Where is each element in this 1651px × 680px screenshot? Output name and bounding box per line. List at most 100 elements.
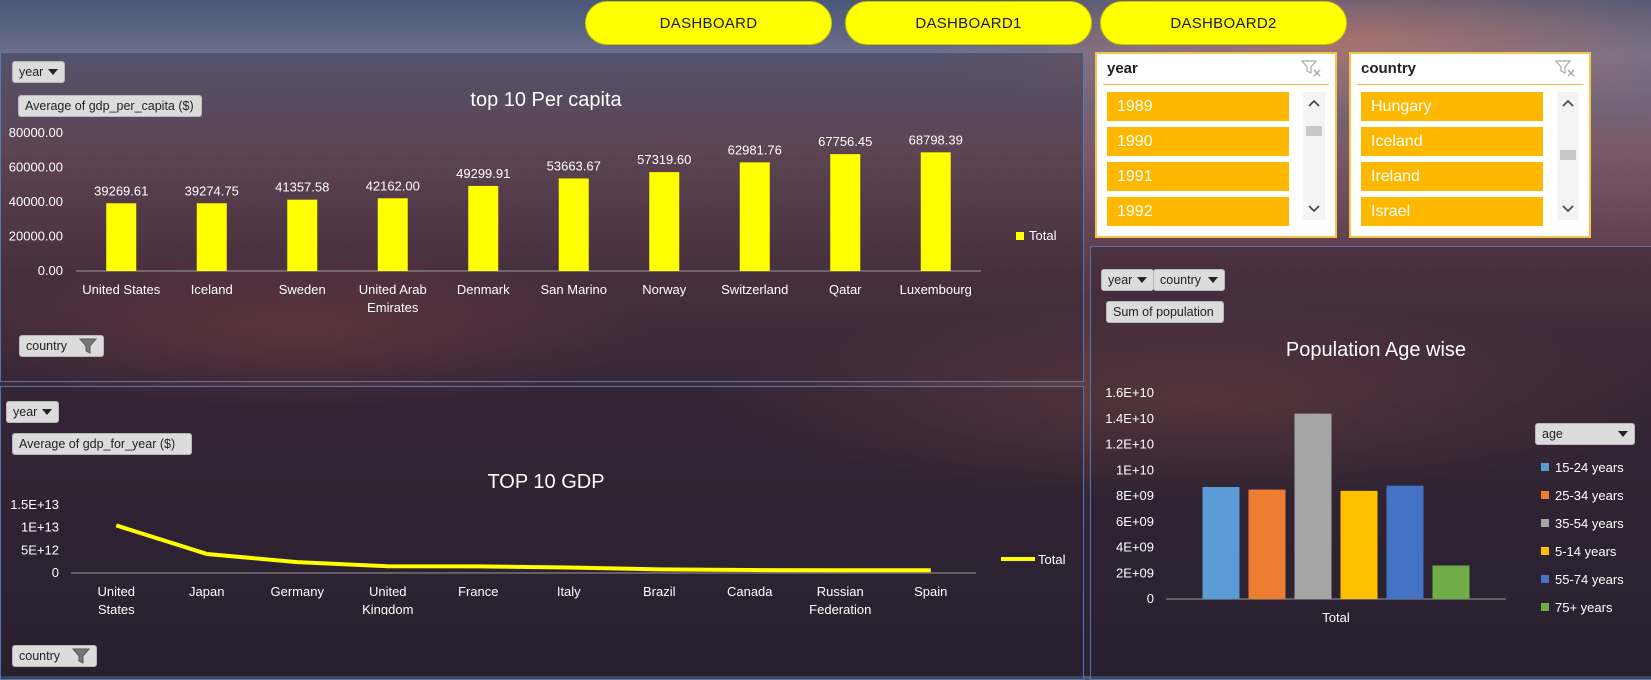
x-tick-label: United Arab: [359, 282, 427, 297]
legend-swatch: [1541, 603, 1549, 611]
legend-label: Total: [1029, 228, 1057, 243]
dashboard2-button[interactable]: DASHBOARD2: [1100, 1, 1347, 45]
y-tick-label: 1.4E+10: [1105, 411, 1154, 426]
y-tick-label: 1E+10: [1116, 462, 1154, 477]
x-tick-label: Switzerland: [721, 282, 788, 297]
x-tick-label: Luxembourg: [900, 282, 972, 297]
slicer-item[interactable]: Iceland: [1361, 127, 1543, 156]
bar: [468, 185, 499, 271]
slicer-item[interactable]: Hungary: [1361, 92, 1543, 121]
population-panel: year country Sum of population Populatio…: [1090, 246, 1651, 680]
y-tick-label: 8E+09: [1116, 488, 1154, 503]
legend-swatch: [1541, 547, 1549, 555]
country-filter-button[interactable]: country: [1153, 269, 1225, 291]
slicer-title: year: [1107, 60, 1138, 77]
filter-icon: [72, 648, 90, 664]
country-filter-label: country: [26, 339, 67, 353]
clear-filter-icon[interactable]: [1301, 60, 1321, 78]
bar: [1432, 565, 1470, 599]
legend-item: 55-74 years: [1541, 565, 1651, 593]
data-label: 49299.91: [456, 166, 510, 181]
chart-title: top 10 Per capita: [470, 89, 622, 111]
x-tick-label: Iceland: [191, 282, 233, 297]
y-tick-label: 60000.00: [9, 160, 63, 175]
dashboard-button[interactable]: DASHBOARD: [585, 1, 832, 45]
country-filter-button[interactable]: country: [19, 335, 104, 357]
bar: [739, 162, 770, 271]
slicer-title: country: [1361, 60, 1417, 77]
x-tick-label: Canada: [727, 584, 773, 599]
year-filter-button[interactable]: year: [12, 61, 65, 83]
y-tick-label: 6E+09: [1116, 514, 1154, 529]
bar: [377, 198, 408, 271]
y-tick-label: 40000.00: [9, 194, 63, 209]
y-tick-label: 20000.00: [9, 229, 63, 244]
chart-title: Population Age wise: [1285, 339, 1467, 361]
year-filter-button[interactable]: year: [1101, 269, 1154, 291]
dropdown-arrow-icon: [1208, 277, 1218, 283]
year-filter-label: year: [19, 65, 44, 79]
bar: [1294, 413, 1332, 599]
bar: [1248, 489, 1286, 599]
data-label: 41357.58: [275, 180, 329, 195]
filter-icon: [79, 338, 97, 354]
country-filter-label: country: [1160, 273, 1201, 287]
gdp-per-capita-panel: year Average of gdp_per_capita ($) top 1…: [0, 52, 1084, 382]
y-tick-label: 1E+13: [21, 520, 59, 535]
slicer-scrollbar[interactable]: [1303, 92, 1325, 220]
legend-item: 25-34 years: [1541, 481, 1651, 509]
legend-label: 75+ years: [1555, 599, 1613, 615]
dropdown-arrow-icon: [48, 69, 58, 75]
value-field-button[interactable]: Sum of population: [1106, 301, 1224, 323]
legend-item: 35-54 years: [1541, 509, 1651, 537]
slicer-item[interactable]: 1990: [1107, 127, 1289, 156]
year-filter-label: year: [1108, 273, 1133, 287]
bar: [920, 152, 951, 271]
x-tick-label: Kingdom: [362, 602, 413, 615]
value-field-label: Average of gdp_for_year ($): [19, 437, 176, 451]
x-tick-label: United States: [82, 282, 161, 297]
y-tick-label: 2E+09: [1116, 565, 1154, 580]
age-filter-label: age: [1542, 427, 1563, 441]
data-label: 57319.60: [637, 152, 691, 167]
x-tick-label: Brazil: [643, 584, 676, 599]
y-tick-label: 1.2E+10: [1105, 437, 1154, 452]
dropdown-arrow-icon: [1618, 431, 1628, 437]
population-legend: 15-24 years 25-34 years 35-54 years 5-14 ye…: [1541, 453, 1651, 621]
legend-swatch: [1541, 463, 1549, 471]
legend-label: 35-54 years: [1555, 515, 1624, 531]
population-chart: 0 2E+09 4E+09 6E+09 8E+09 1E+10 1.2E+10 1.4E+10…: [1105, 385, 1506, 625]
dashboard1-button[interactable]: DASHBOARD1: [845, 1, 1092, 45]
data-label: 67756.45: [818, 134, 872, 149]
series-line: [115, 523, 931, 573]
bar: [287, 199, 318, 271]
clear-filter-icon[interactable]: [1555, 60, 1575, 78]
x-tick-label: United: [97, 584, 135, 599]
slicer-item[interactable]: 1992: [1107, 197, 1289, 226]
y-tick-label: 1.5E+13: [10, 497, 59, 512]
top-gdp-panel: year Average of gdp_for_year ($) TOP 10 …: [0, 386, 1084, 680]
value-field-button[interactable]: Average of gdp_for_year ($): [12, 433, 192, 455]
country-filter-button[interactable]: country: [12, 645, 97, 667]
bar: [106, 203, 137, 271]
slicer-scrollbar[interactable]: [1557, 92, 1579, 220]
value-field-label: Average of gdp_per_capita ($): [25, 99, 194, 113]
year-filter-button[interactable]: year: [6, 401, 59, 423]
slicer-item[interactable]: 1989: [1107, 92, 1289, 121]
bar: [649, 172, 680, 271]
legend-label: Total: [1038, 552, 1066, 567]
x-tick-label: San Marino: [541, 282, 607, 297]
top-gdp-chart: 0 5E+12 1E+13 1.5E+13 United States Japan Germa…: [10, 497, 1066, 615]
slicer-item[interactable]: Ireland: [1361, 162, 1543, 191]
x-tick-label: Spain: [914, 584, 947, 599]
slicer-item[interactable]: 1991: [1107, 162, 1289, 191]
y-tick-label: 1.6E+10: [1105, 385, 1154, 400]
legend-swatch: [1541, 491, 1549, 499]
bar: [1340, 490, 1378, 599]
bar: [196, 203, 227, 271]
slicer-divider: [1357, 84, 1583, 85]
slicer-item[interactable]: Israel: [1361, 197, 1543, 226]
age-filter-button[interactable]: age: [1535, 423, 1635, 445]
y-tick-label: 80000.00: [9, 125, 63, 140]
legend-item: 75+ years: [1541, 593, 1651, 621]
